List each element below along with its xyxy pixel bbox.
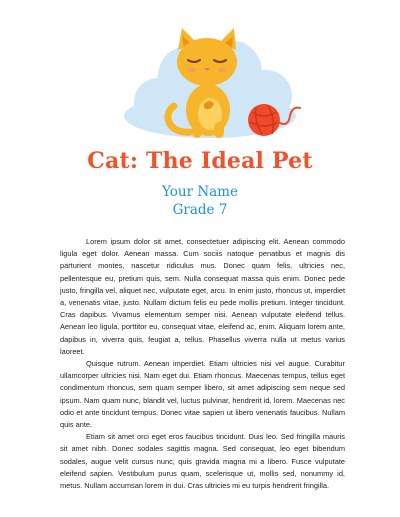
paragraph-2: Quisque rutrum. Aenean imperdiet. Etiam … <box>60 359 345 430</box>
document-page: Cat: The Ideal Pet Your Name Grade 7 Lor… <box>0 0 400 517</box>
grade-label: Grade 7 <box>172 202 228 218</box>
paragraph-1: Lorem ipsum dolor sit amet, consectetuer… <box>60 237 345 356</box>
author-name: Your Name <box>162 184 238 200</box>
cat-head <box>177 28 237 86</box>
document-title: Cat: The Ideal Pet <box>87 148 313 174</box>
body-text: Lorem ipsum dolor sit amet, consectetuer… <box>60 236 345 492</box>
paragraph-3: Etiam sit amet orci eget eros faucibus t… <box>60 432 345 491</box>
author-block: Your Name Grade 7 <box>0 183 400 219</box>
cat-with-yarn-ball-illustration <box>124 28 301 138</box>
